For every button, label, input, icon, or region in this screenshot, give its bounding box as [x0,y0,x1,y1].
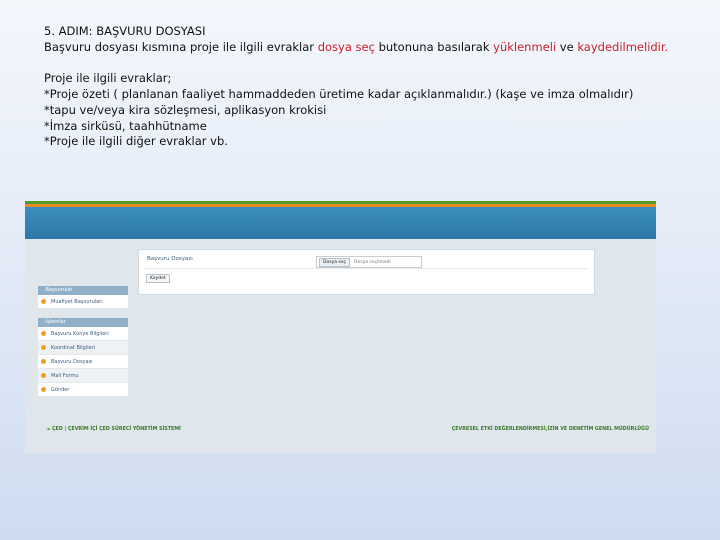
footer-right: ÇEVRESEL ETKİ DEĞERLENDİRMESİ,İZİN VE DE… [451,426,649,432]
basvuru-dosyasi-panel: Başvuru Dosyası Dosya seç Dosya seçilmed… [138,249,595,295]
list-item: *Proje ile ilgili diğer evraklar vb. [44,134,228,149]
highlight-yuklenmeli: yüklenmeli [493,39,557,54]
sidebar-section-basvurular: -Başvurular [38,286,128,295]
list-title: Proje ile ilgili evraklar; [44,71,172,86]
sidebar-item-gonder[interactable]: Gönder [38,383,128,397]
step-heading: 5. ADIM: BAŞVURU DOSYASI [44,24,206,38]
sidebar-item-mail-formu[interactable]: Mail Formu [38,369,128,383]
file-input[interactable]: Dosya seç Dosya seçilmedi [316,256,422,268]
footer-left: ❧ ÇED | ÇEVRİM İÇİ ÇED SÜRECİ YÖNETİM Sİ… [46,425,181,433]
bullet-icon [41,359,46,364]
footer: ❧ ÇED | ÇEVRİM İÇİ ÇED SÜRECİ YÖNETİM Sİ… [25,420,656,438]
sidebar-item-basvuru-dosyasi[interactable]: Başvuru Dosyası [38,355,128,369]
sidebar-item-muafiyet-basvurulari[interactable]: Muafiyet Başvuruları [38,295,128,309]
bullet-icon [41,387,46,392]
bullet-icon [41,331,46,336]
list-item: *tapu ve/veya kira sözleşmesi, aplikasyo… [44,102,327,117]
instruction-line: Başvuru dosyası kısmına proje ile ilgili… [44,39,669,54]
leaf-icon: ❧ [46,425,52,433]
choose-file-button[interactable]: Dosya seç [319,257,351,267]
bullet-icon [41,345,46,350]
file-status: Dosya seçilmedi [354,259,391,265]
sidebar-item-koordinat-bilgileri[interactable]: Koordinat Bilgileri [38,341,128,355]
bullet-icon [41,299,46,304]
sidebar-item-kunye-bilgileri[interactable]: Başvuru Künye Bilgileri [38,327,128,341]
save-button[interactable]: Kaydet [146,274,170,283]
instruction-text: 5. ADIM: BAŞVURU DOSYASI Başvuru dosyası… [44,24,704,150]
sidebar-section-islemler: -İşlemler [38,318,128,327]
panel-title: Başvuru Dosyası [147,256,193,262]
list-item: *Proje özeti ( planlanan faaliyet hammad… [44,87,634,102]
app-header-bar [25,207,656,239]
embedded-screenshot: -Başvurular Muafiyet Başvuruları -İşleml… [25,201,656,453]
highlight-kaydedilmelidir: kaydedilmelidir. [577,39,669,54]
list-item: *İmza sirküsü, taahhütname [44,118,207,133]
highlight-dosya-sec: dosya seç [317,39,375,54]
bullet-icon [41,373,46,378]
sidebar: -Başvurular Muafiyet Başvuruları -İşleml… [38,286,128,397]
divider [145,268,588,269]
